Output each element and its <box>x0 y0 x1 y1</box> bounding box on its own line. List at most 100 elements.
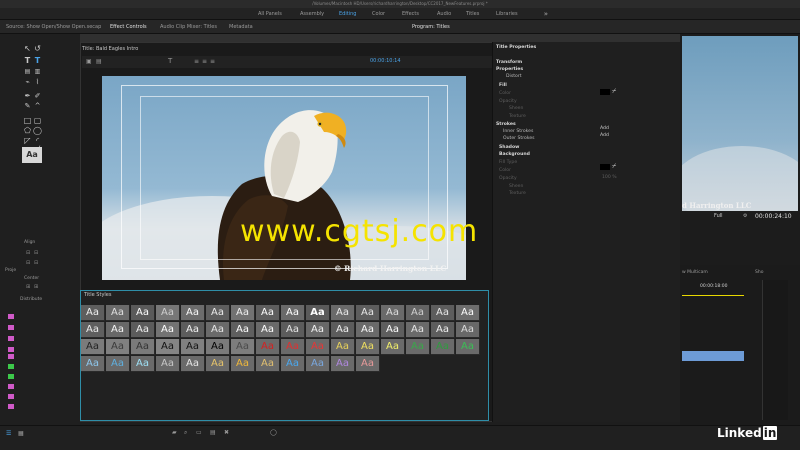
type-tool-icon[interactable]: T <box>23 56 32 65</box>
tab-audio-clip-mixer[interactable]: Audio Clip Mixer: Titles <box>160 20 217 34</box>
title-canvas[interactable] <box>102 76 466 280</box>
title-style-swatch[interactable]: Aa <box>456 322 480 338</box>
title-style-swatch[interactable]: Aa <box>106 322 130 338</box>
new-bin-icon[interactable]: ▰ <box>172 429 177 436</box>
title-style-swatch[interactable]: Aa <box>381 322 405 338</box>
title-style-swatch[interactable]: Aa <box>356 339 380 355</box>
title-style-swatch[interactable]: Aa <box>181 356 205 372</box>
property-row[interactable]: Background <box>499 152 530 157</box>
font-size-icon[interactable]: T <box>168 57 172 65</box>
title-style-swatch[interactable]: Aa <box>206 356 230 372</box>
title-style-swatch[interactable]: Aa <box>456 305 480 321</box>
title-style-swatch[interactable]: Aa <box>331 339 355 355</box>
title-style-swatch[interactable]: Aa <box>456 339 480 355</box>
workspace-tab-all-panels[interactable]: All Panels <box>258 8 282 20</box>
workspace-tab-audio[interactable]: Audio <box>437 8 451 20</box>
new-item-icon[interactable]: ▤ <box>210 429 216 436</box>
title-style-swatch[interactable]: Aa <box>131 305 155 321</box>
property-row[interactable]: Texture <box>509 191 526 196</box>
title-style-swatch[interactable]: Aa <box>156 322 180 338</box>
property-row[interactable]: Sheen <box>509 106 523 111</box>
align-text-center-icon[interactable]: ≡ <box>202 58 207 65</box>
tab-effect-controls[interactable]: Effect Controls <box>110 20 147 34</box>
title-style-swatch[interactable]: Aa <box>231 322 255 338</box>
align-top-icon[interactable]: ⊟ <box>26 260 30 266</box>
property-row[interactable]: Opacity <box>499 99 517 104</box>
title-style-swatch[interactable]: Aa <box>231 305 255 321</box>
title-style-swatch[interactable]: Aa <box>331 322 355 338</box>
title-style-swatch[interactable]: Aa <box>256 339 280 355</box>
program-monitor-frame[interactable] <box>682 36 798 211</box>
title-style-swatch[interactable]: Aa <box>356 305 380 321</box>
align-text-right-icon[interactable]: ≡ <box>210 58 215 65</box>
vertical-area-type-tool-icon[interactable]: ▥ <box>33 67 42 76</box>
title-style-swatch[interactable]: Aa <box>356 322 380 338</box>
property-row[interactable]: Shadow <box>499 145 519 150</box>
find-icon[interactable]: ⌕ <box>184 429 187 437</box>
workspace-tab-editing[interactable]: Editing <box>339 8 356 20</box>
tab-multicam[interactable]: w Multicam <box>682 270 708 275</box>
add-inner-stroke-link[interactable]: Add <box>600 126 609 131</box>
background-opacity-value[interactable]: 100 % <box>602 175 617 180</box>
property-row[interactable]: Transform <box>496 60 522 65</box>
title-style-swatch[interactable]: Aa <box>381 339 405 355</box>
title-style-swatch[interactable]: Aa <box>181 305 205 321</box>
roll-crawl-icon[interactable]: ▤ <box>96 58 102 65</box>
workspace-tab-color[interactable]: Color <box>372 8 385 20</box>
title-style-swatch[interactable]: Aa <box>281 322 305 338</box>
clipped-corner-tool-icon[interactable]: ⬠ <box>23 126 32 135</box>
title-style-swatch[interactable]: Aa <box>281 339 305 355</box>
title-style-swatch[interactable]: Aa <box>306 322 330 338</box>
title-style-swatch[interactable]: Aa <box>281 305 305 321</box>
settings-icon[interactable]: ⚙ <box>743 213 747 219</box>
title-style-swatch[interactable]: Aa <box>356 356 380 372</box>
title-style-swatch[interactable]: Aa <box>131 339 155 355</box>
tab-source[interactable]: Source: Show Open/Show Open.secap <box>6 20 101 34</box>
vertical-type-tool-icon[interactable]: T <box>33 56 42 65</box>
wedge-tool-icon[interactable]: ◸ <box>23 136 32 145</box>
path-type-tool-icon[interactable]: ⌁ <box>23 78 32 87</box>
align-center-icon[interactable]: ⊟ <box>34 250 38 256</box>
property-row[interactable]: Distort <box>506 74 522 79</box>
arc-tool-icon[interactable]: ◜ <box>33 136 42 145</box>
center-vertical-icon[interactable]: ⊞ <box>34 284 38 290</box>
title-style-swatch[interactable]: Aa <box>206 339 230 355</box>
tab-program[interactable]: Program: Titles <box>412 20 450 34</box>
title-style-swatch[interactable]: Aa <box>206 322 230 338</box>
workspace-overflow-icon[interactable]: » <box>544 8 548 20</box>
title-style-swatch[interactable]: Aa <box>256 322 280 338</box>
property-row[interactable]: Color <box>499 91 511 96</box>
rectangle-tool-icon[interactable]: □ <box>23 116 32 125</box>
title-style-swatch[interactable]: Aa <box>156 356 180 372</box>
align-left-icon[interactable]: ⊟ <box>26 250 30 256</box>
title-style-swatch[interactable]: Aa <box>256 356 280 372</box>
rounded-rectangle-tool-icon[interactable]: ▢ <box>33 116 42 125</box>
property-row[interactable]: Inner Strokes <box>503 129 533 134</box>
tab-sho[interactable]: Sho <box>755 270 763 275</box>
zoom-select[interactable]: Full <box>714 213 723 219</box>
title-style-swatch[interactable]: Aa <box>406 305 430 321</box>
property-row[interactable]: Sheen <box>509 184 523 189</box>
title-style-swatch[interactable]: Aa <box>131 356 155 372</box>
convert-anchor-tool-icon[interactable]: ^ <box>33 102 42 111</box>
title-style-swatch[interactable]: Aa <box>431 339 455 355</box>
align-text-left-icon[interactable]: ≡ <box>194 58 199 65</box>
title-style-swatch[interactable]: Aa <box>256 305 280 321</box>
title-style-swatch[interactable]: Aa <box>331 305 355 321</box>
title-style-swatch[interactable]: Aa <box>106 356 130 372</box>
property-row[interactable]: Fill <box>499 83 507 88</box>
title-style-swatch[interactable]: Aa <box>206 305 230 321</box>
eyedropper-icon[interactable]: ⌿ <box>612 87 616 96</box>
title-style-swatch[interactable]: Aa <box>106 305 130 321</box>
pen-tool-icon[interactable]: ✒ <box>23 92 32 101</box>
property-row[interactable]: Opacity <box>499 176 517 181</box>
title-style-swatch[interactable]: Aa <box>306 305 330 321</box>
zoom-slider-icon[interactable]: ◯ <box>270 429 277 436</box>
tab-project[interactable]: Proje <box>5 268 16 273</box>
add-outer-stroke-link[interactable]: Add <box>600 133 609 138</box>
title-style-swatch[interactable]: Aa <box>156 339 180 355</box>
work-area-bar[interactable] <box>682 295 744 296</box>
rotate-tool-icon[interactable]: ↺ <box>33 44 42 53</box>
fill-color-swatch[interactable] <box>600 89 610 95</box>
title-style-swatch[interactable]: Aa <box>406 322 430 338</box>
